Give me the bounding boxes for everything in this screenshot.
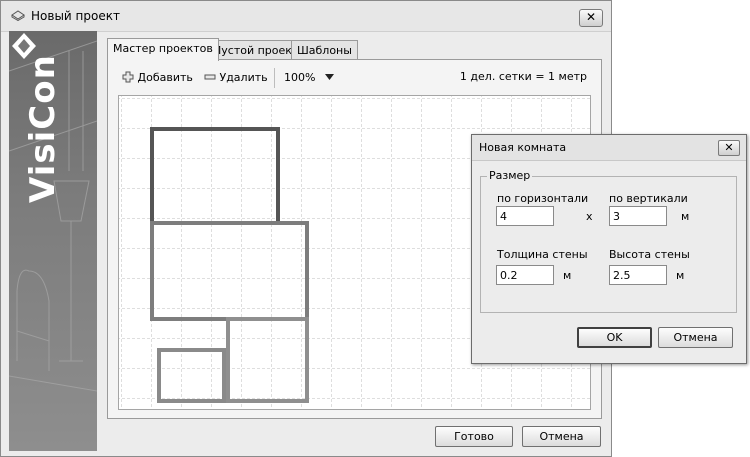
zoom-dropdown[interactable]: 100% <box>284 70 334 86</box>
dialog-title: Новая комната <box>479 141 567 154</box>
sidebar-banner: VisiCon <box>9 31 97 451</box>
ok-button[interactable]: OK <box>577 327 652 348</box>
wall-height-unit: м <box>676 269 685 282</box>
add-icon <box>122 71 134 83</box>
close-icon: ✕ <box>724 141 734 154</box>
cancel-button[interactable]: Отмена <box>522 426 601 447</box>
horizontal-input[interactable] <box>496 206 554 226</box>
delete-label: Удалить <box>219 71 268 84</box>
toolbar: Добавить Удалить 100% 1 дел. сетки = 1 м… <box>118 68 591 88</box>
vertical-input[interactable] <box>609 206 667 226</box>
vertical-label: по вертикали <box>609 192 688 205</box>
tab-project-wizard[interactable]: Мастер проектов <box>107 38 219 61</box>
wall-thickness-unit: м <box>563 269 572 282</box>
toolbar-separator <box>274 68 275 88</box>
chevron-down-icon <box>324 74 334 80</box>
zoom-value: 100% <box>284 71 316 84</box>
horizontal-label: по горизонтали <box>497 192 589 205</box>
window-title: Новый проект <box>31 9 120 23</box>
visicon-logo-text: VisiCon <box>23 54 63 203</box>
size-group-label: Размер <box>487 169 533 182</box>
delete-button[interactable]: Удалить <box>204 70 268 86</box>
add-label: Добавить <box>137 71 193 84</box>
new-room-dialog: Новая комната ✕ Размер по горизонтали по… <box>471 134 747 364</box>
tab-templates[interactable]: Шаблоны <box>291 40 358 61</box>
dialog-close-button[interactable]: ✕ <box>718 140 740 156</box>
remove-icon <box>204 74 216 80</box>
done-button[interactable]: Готово <box>435 426 513 447</box>
add-button[interactable]: Добавить <box>122 70 193 86</box>
tab-empty-project[interactable]: Пустой проект <box>207 40 305 61</box>
dialog-cancel-button[interactable]: Отмена <box>658 327 733 348</box>
wall-thickness-input[interactable] <box>496 265 554 285</box>
window-close-button[interactable]: ✕ <box>579 9 603 27</box>
dialog-title-bar[interactable]: Новая комната ✕ <box>472 135 746 161</box>
wall-height-input[interactable] <box>609 265 667 285</box>
wall-height-label: Высота стены <box>609 248 690 261</box>
close-icon: ✕ <box>585 10 597 24</box>
title-bar[interactable]: Новый проект ✕ <box>1 1 611 32</box>
vertical-unit: м <box>681 210 690 223</box>
project-icon <box>11 10 25 21</box>
times-sign: x <box>586 210 593 223</box>
grid-scale-label: 1 дел. сетки = 1 метр <box>459 70 587 83</box>
wall-thickness-label: Толщина стены <box>497 248 588 261</box>
